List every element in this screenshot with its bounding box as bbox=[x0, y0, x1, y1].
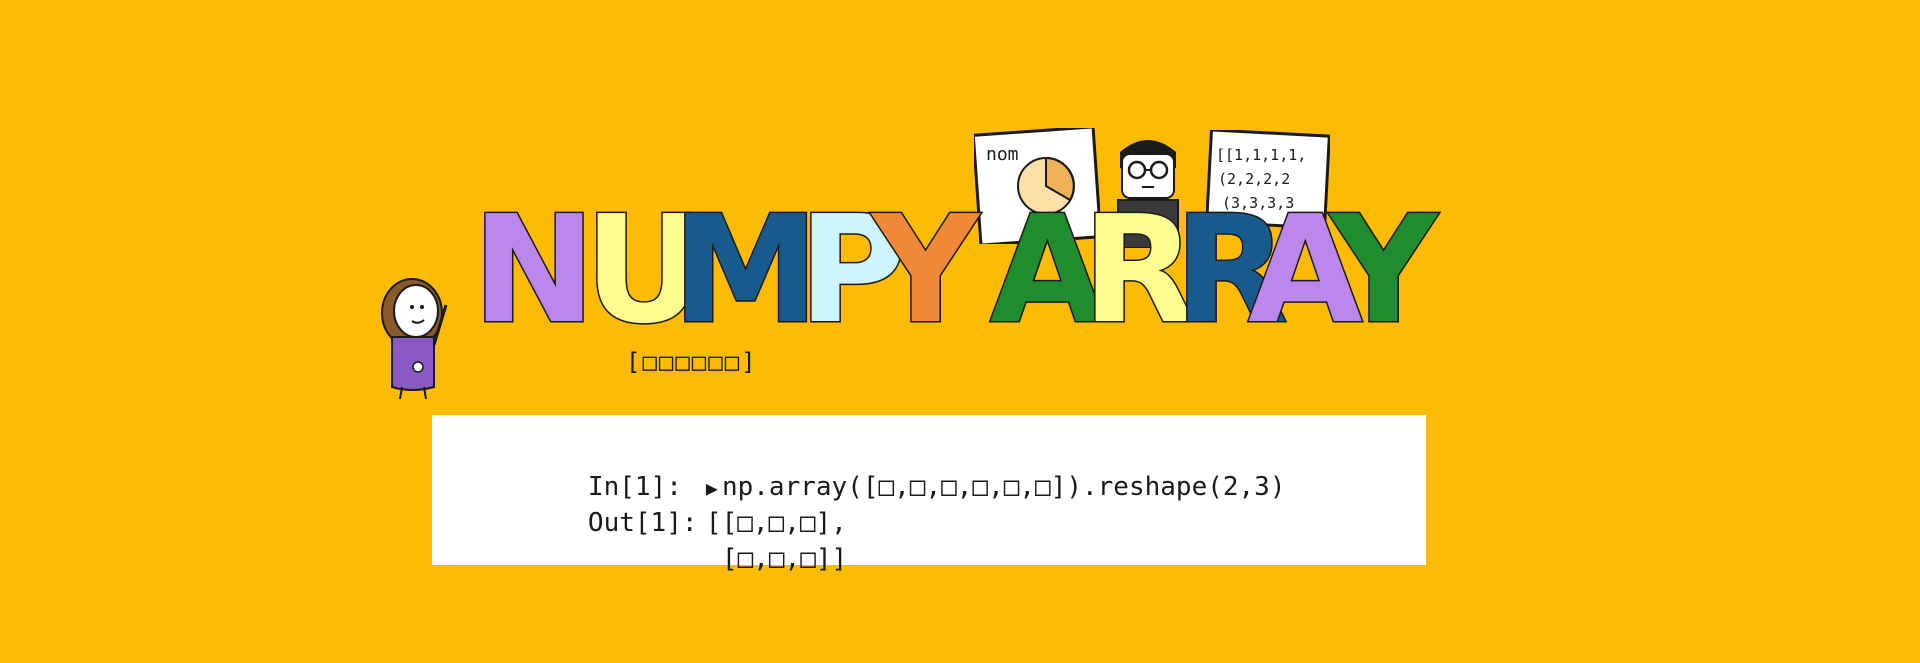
title-letter-y: Y bbox=[870, 184, 980, 356]
title-letter-n: N bbox=[471, 184, 598, 356]
input-line: In[1]: ▶ np.array([□,□,□,□,□,□]).reshape(2… bbox=[494, 433, 1426, 502]
code-cell: In[1]: ▶ np.array([□,□,□,□,□,□]).reshape(2… bbox=[432, 415, 1426, 574]
run-arrow-icon: ▶ bbox=[705, 476, 718, 500]
output-row-1: [[□,□,□], bbox=[705, 508, 847, 538]
title-letter-y2: Y bbox=[1328, 184, 1438, 356]
array-doodle: [□□□□□□] bbox=[626, 348, 758, 376]
output-prompt: Out[1]: bbox=[587, 508, 698, 538]
input-prompt: In[1]: bbox=[587, 472, 682, 502]
illustration: nom [[1,1,1,1, (2,2,2,2 (3,3,3,3 N U M P… bbox=[0, 0, 1920, 663]
input-code: np.array([□,□,□,□,□,□]).reshape(2,3) bbox=[721, 472, 1286, 502]
output-row-2: [□,□,□]] bbox=[721, 544, 848, 574]
board-line-1: [[1,1,1,1, bbox=[1216, 146, 1306, 164]
board-left-label: nom bbox=[986, 144, 1019, 165]
presenter-character bbox=[381, 278, 448, 400]
